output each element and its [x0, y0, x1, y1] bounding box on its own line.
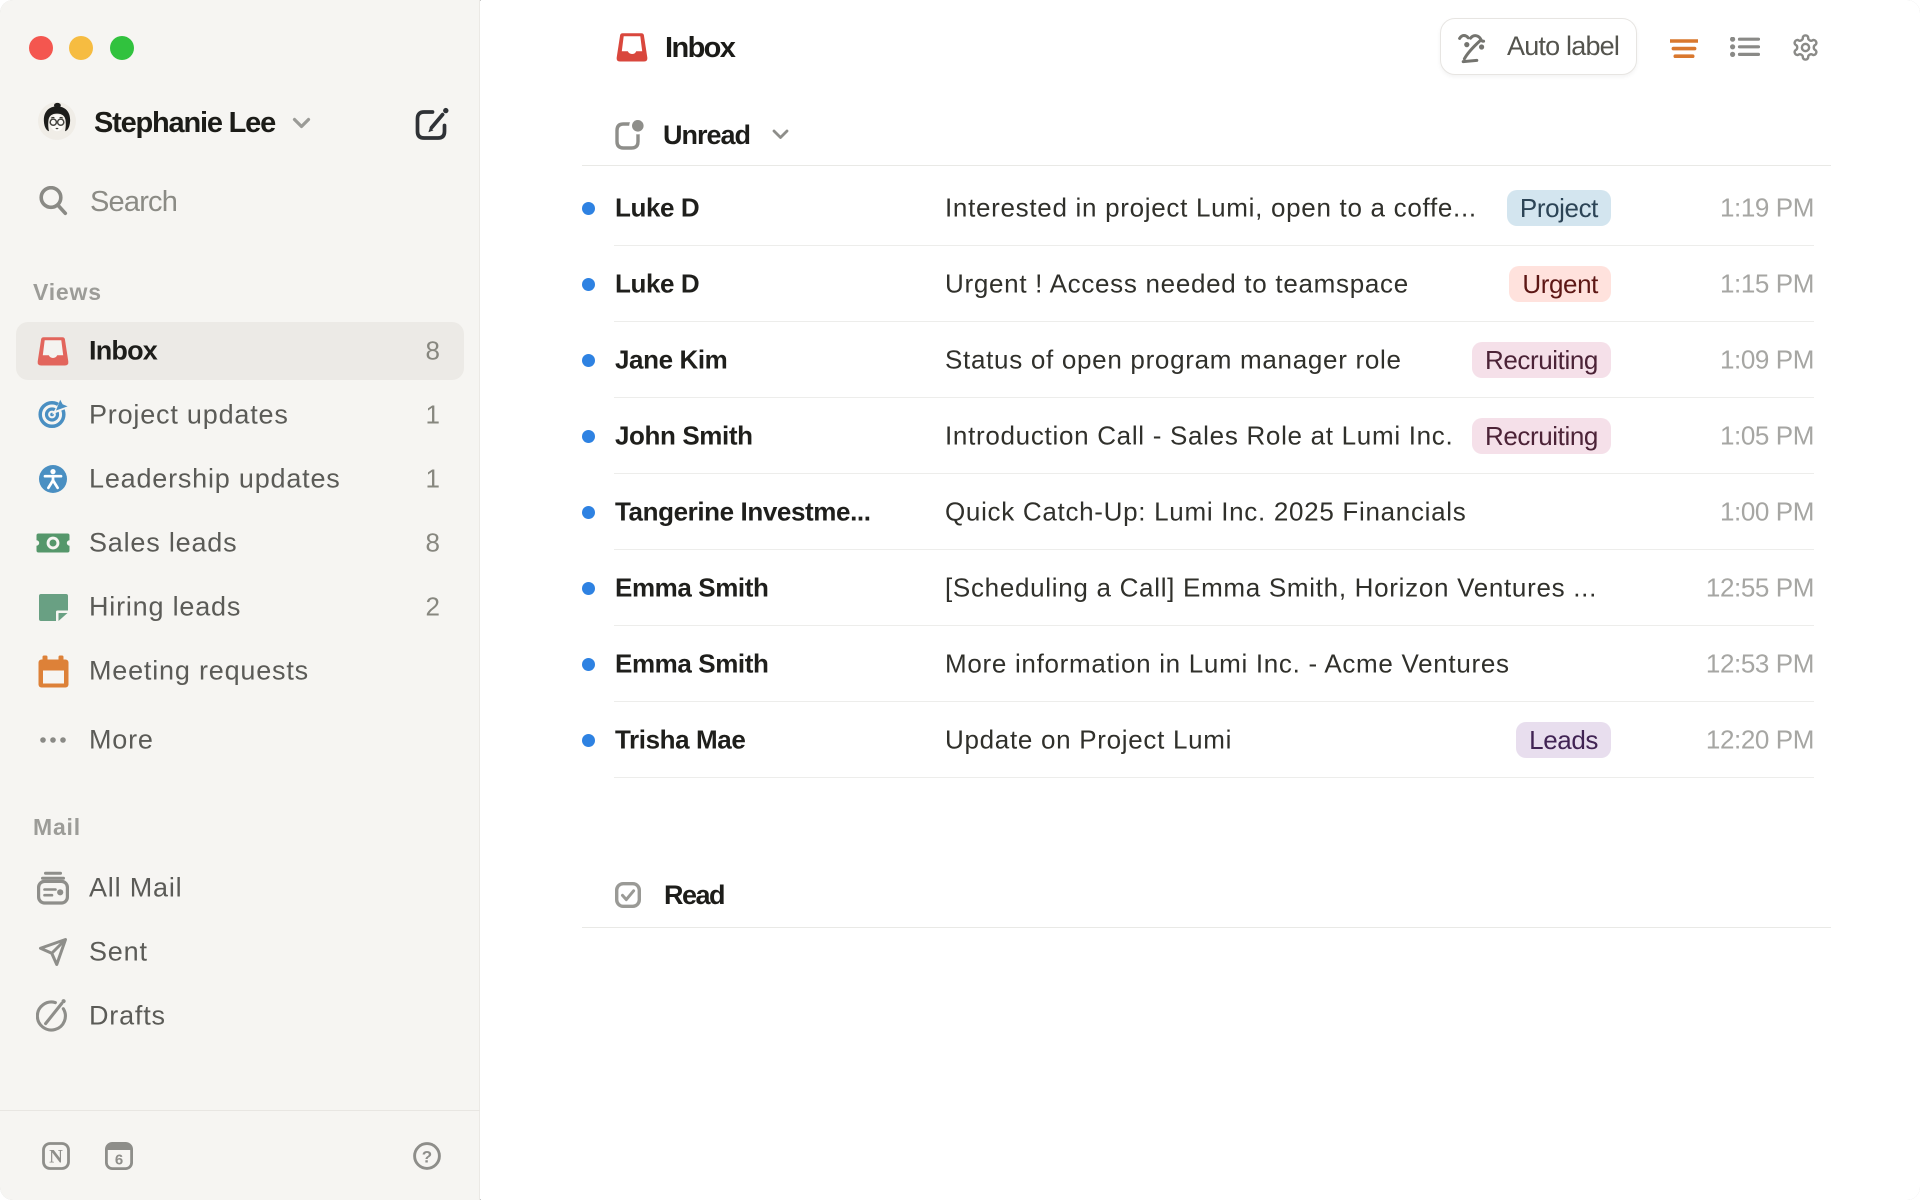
svg-text:?: ?: [422, 1148, 432, 1167]
svg-text:N: N: [49, 1147, 63, 1168]
svg-text:6: 6: [115, 1152, 123, 1169]
